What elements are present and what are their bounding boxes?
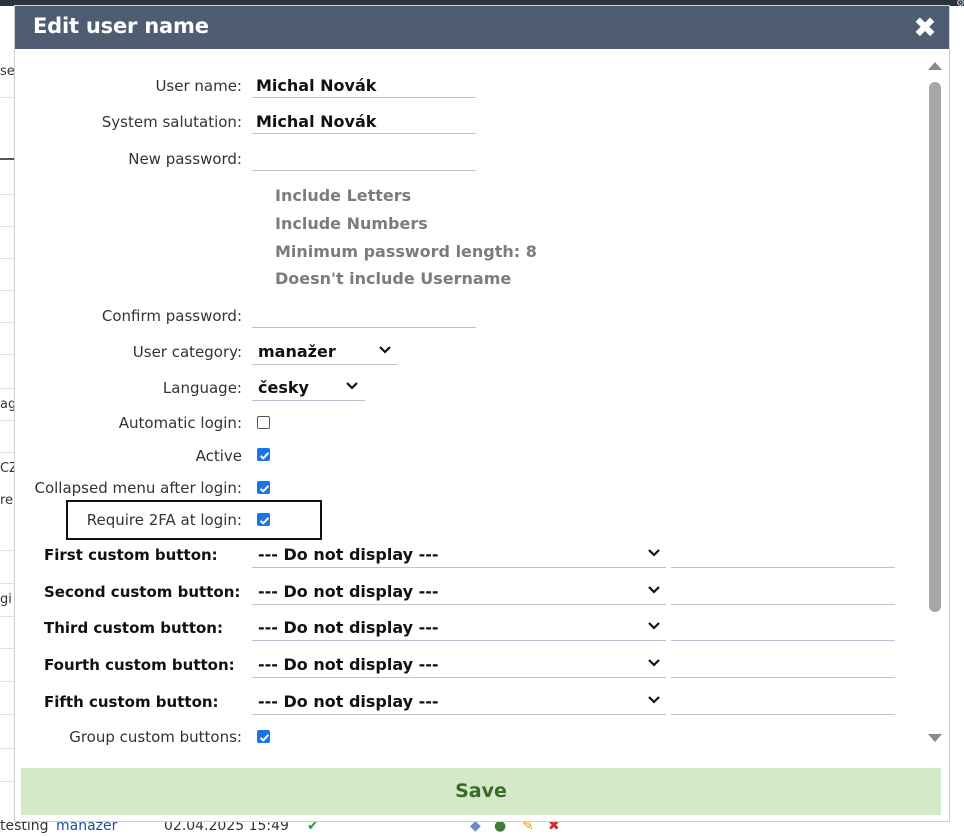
divider — [0, 550, 15, 551]
password-rule: Doesn't include Username — [275, 269, 512, 288]
fourth-custom-button-select[interactable]: --- Do not display --- — [252, 653, 666, 678]
scrollbar-thumb[interactable] — [929, 82, 941, 612]
divider — [0, 388, 15, 389]
chevron-down-icon — [648, 622, 660, 630]
divider — [0, 354, 15, 355]
scroll-up-arrow[interactable] — [928, 62, 942, 70]
fourth-custom-button-label: Fourth custom button: — [44, 656, 235, 674]
custom-button-value: --- Do not display --- — [258, 618, 439, 637]
user-category-label: User category: — [132, 343, 242, 361]
chevron-down-icon — [648, 659, 660, 667]
fifth-custom-button-select[interactable]: --- Do not display --- — [252, 690, 666, 715]
scroll-down-arrow[interactable] — [928, 734, 942, 742]
custom-button-value: --- Do not display --- — [258, 545, 439, 564]
group-custom-buttons-checkbox[interactable] — [257, 730, 270, 743]
first-custom-button-text-field[interactable] — [671, 543, 895, 568]
third-custom-button-select[interactable]: --- Do not display --- — [252, 616, 666, 641]
divider — [0, 194, 15, 195]
divider — [0, 781, 15, 782]
background-text-fragment: ag — [0, 397, 15, 412]
collapsed-menu-label: Collapsed menu after login: — [34, 479, 242, 497]
divider — [0, 158, 15, 160]
language-label: Language: — [162, 379, 242, 397]
third-custom-button-text-field[interactable] — [671, 616, 895, 641]
active-label: Active — [195, 447, 242, 465]
fifth-custom-button-label: Fifth custom button: — [44, 693, 219, 711]
active-checkbox[interactable] — [257, 448, 270, 461]
divider — [0, 681, 15, 682]
automatic-login-label: Automatic login: — [118, 414, 242, 432]
custom-button-value: --- Do not display --- — [258, 582, 439, 601]
dialog-header: Edit user name ✖ — [15, 6, 949, 49]
chevron-down-icon — [648, 549, 660, 557]
language-value: česky — [258, 378, 309, 397]
chevron-down-icon — [648, 586, 660, 594]
fourth-custom-button-text-field[interactable] — [671, 653, 895, 678]
user-category-value: manažer — [258, 342, 336, 361]
background-text-fragment: re — [0, 493, 14, 508]
edit-user-dialog: Edit user name ✖ User name: System salut… — [15, 6, 949, 821]
chevron-down-icon — [379, 346, 391, 354]
first-custom-button-select[interactable]: --- Do not display --- — [252, 543, 666, 568]
divider — [0, 714, 15, 715]
fifth-custom-button-text-field[interactable] — [671, 690, 895, 715]
collapsed-menu-checkbox[interactable] — [257, 481, 270, 494]
third-custom-button-label: Third custom button: — [44, 619, 223, 637]
system-salutation-label: System salutation: — [101, 113, 242, 131]
close-icon[interactable]: ✖ — [905, 8, 945, 48]
custom-button-value: --- Do not display --- — [258, 655, 439, 674]
divider — [0, 616, 15, 617]
language-select[interactable]: česky — [252, 376, 365, 401]
divider — [0, 290, 15, 291]
divider — [0, 258, 15, 259]
password-rule: Minimum password length: 8 — [275, 242, 537, 261]
divider — [0, 648, 15, 649]
new-password-input[interactable] — [252, 147, 476, 171]
divider — [0, 226, 15, 227]
password-rule: Include Letters — [275, 186, 412, 205]
confirm-password-input[interactable] — [252, 304, 476, 328]
second-custom-button-select[interactable]: --- Do not display --- — [252, 580, 666, 605]
require-2fa-checkbox[interactable] — [257, 513, 270, 526]
user-name-label: User name: — [155, 77, 242, 95]
group-custom-buttons-label: Group custom buttons: — [69, 728, 242, 746]
divider — [0, 583, 15, 584]
divider — [0, 420, 15, 421]
custom-button-value: --- Do not display --- — [258, 692, 439, 711]
gear-icon[interactable]: ⚙ — [956, 0, 964, 9]
user-name-input[interactable] — [252, 74, 476, 98]
save-button[interactable]: Save — [21, 768, 941, 815]
dialog-title: Edit user name — [33, 14, 209, 38]
confirm-password-label: Confirm password: — [101, 307, 242, 325]
second-custom-button-text-field[interactable] — [671, 580, 895, 605]
new-password-label: New password: — [128, 150, 242, 168]
automatic-login-checkbox[interactable] — [257, 416, 270, 429]
divider — [0, 322, 15, 323]
chevron-down-icon — [648, 696, 660, 704]
first-custom-button-label: First custom button: — [44, 546, 218, 564]
divider — [0, 452, 15, 453]
divider — [0, 748, 15, 749]
user-category-select[interactable]: manažer — [252, 340, 398, 365]
background-text-fragment: gi — [0, 592, 12, 607]
background-text-fragment: CZ — [0, 461, 15, 476]
password-rule: Include Numbers — [275, 214, 428, 233]
chevron-down-icon — [346, 382, 358, 390]
background-text-fragment: se — [0, 64, 15, 79]
require-2fa-label: Require 2FA at login: — [86, 511, 242, 529]
divider — [0, 97, 15, 98]
system-salutation-input[interactable] — [252, 110, 476, 134]
second-custom-button-label: Second custom button: — [44, 583, 241, 601]
